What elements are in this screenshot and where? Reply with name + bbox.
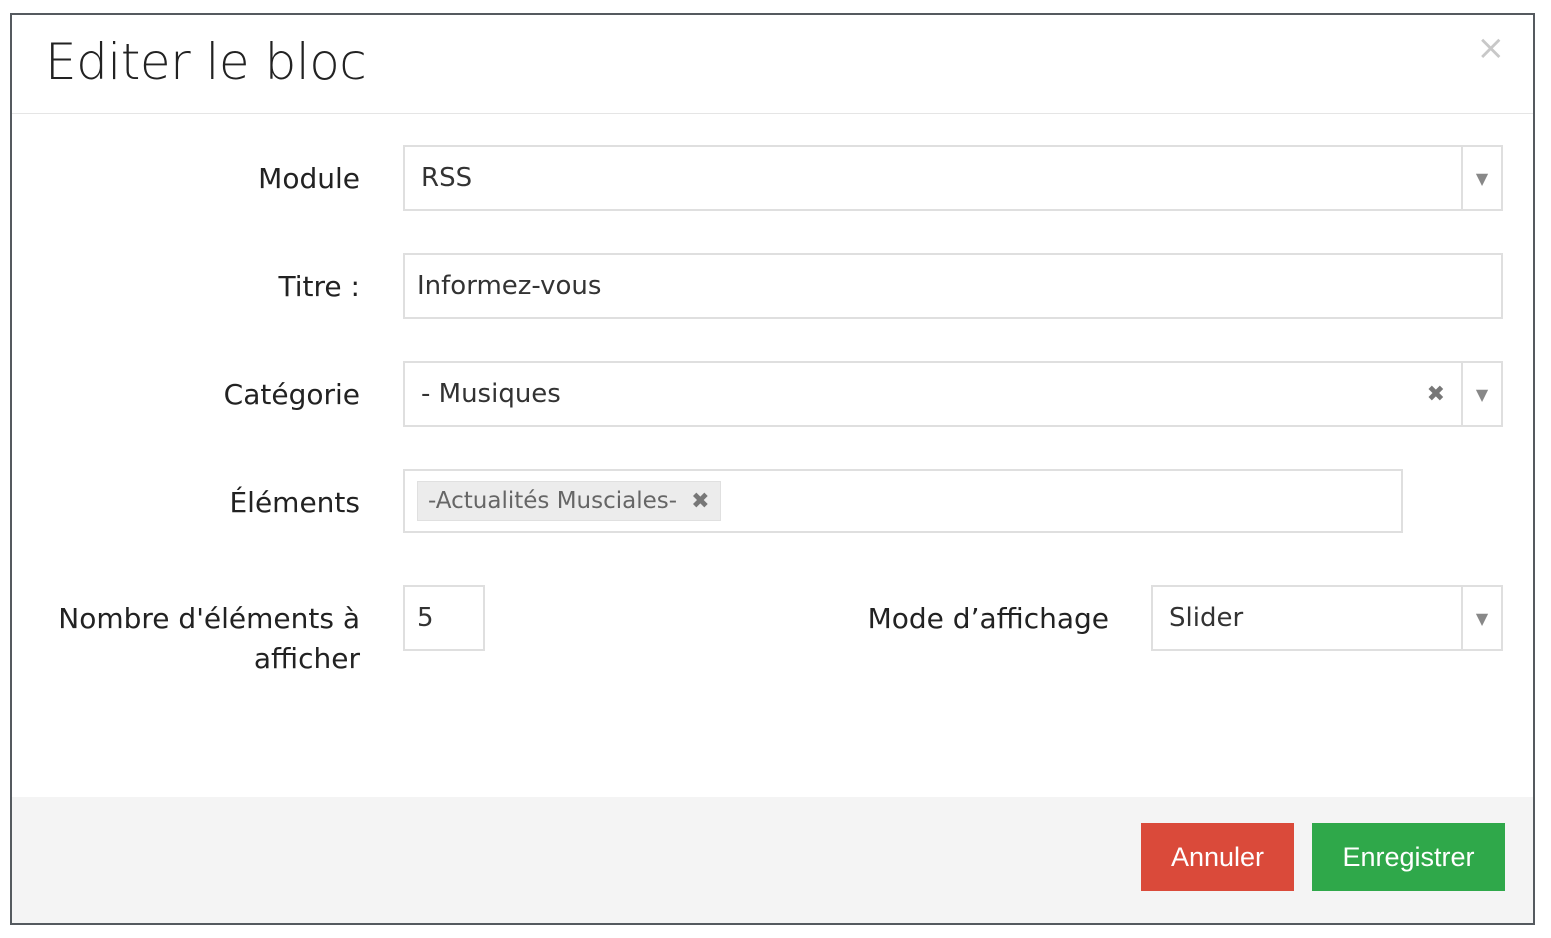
nombre-input[interactable]: 5 — [403, 585, 485, 651]
categorie-select-value: - Musiques — [421, 379, 561, 409]
module-select[interactable]: RSS ▼ — [403, 145, 1503, 211]
save-button[interactable]: Enregistrer — [1312, 823, 1505, 891]
element-tag-label: -Actualités Musciales- — [428, 488, 678, 514]
chevron-down-icon[interactable]: ▼ — [1461, 147, 1501, 209]
cancel-button[interactable]: Annuler — [1141, 823, 1294, 891]
mode-select-value: Slider — [1169, 603, 1244, 633]
element-tag: -Actualités Musciales- ✖ — [417, 481, 721, 521]
clear-icon[interactable]: ✖ — [1427, 363, 1445, 425]
remove-tag-icon[interactable]: ✖ — [691, 489, 709, 514]
close-icon[interactable]: × — [1477, 31, 1506, 65]
chevron-down-icon[interactable]: ▼ — [1461, 363, 1501, 425]
elements-label: Éléments — [229, 486, 360, 519]
modal-title: Editer le bloc — [45, 33, 367, 91]
modal-footer: Annuler Enregistrer — [12, 797, 1533, 923]
nombre-label-line1: Nombre d'éléments à — [58, 602, 360, 635]
titre-input[interactable]: Informez-vous — [403, 253, 1503, 319]
mode-label: Mode d’affichage — [867, 602, 1109, 635]
titre-input-value: Informez-vous — [417, 271, 602, 301]
module-select-value: RSS — [421, 163, 473, 193]
edit-block-modal: Editer le bloc × Module RSS ▼ Titre : In… — [10, 13, 1535, 925]
nombre-input-value: 5 — [417, 603, 434, 633]
module-label: Module — [258, 162, 360, 195]
chevron-down-icon[interactable]: ▼ — [1461, 587, 1501, 649]
nombre-label-line2: afficher — [253, 642, 360, 675]
categorie-label: Catégorie — [223, 378, 360, 411]
elements-multiselect[interactable]: -Actualités Musciales- ✖ — [403, 469, 1403, 533]
nombre-label: Nombre d'éléments à afficher — [58, 599, 360, 679]
mode-select[interactable]: Slider ▼ — [1151, 585, 1503, 651]
titre-label: Titre : — [278, 270, 360, 303]
categorie-select[interactable]: - Musiques ✖ ▼ — [403, 361, 1503, 427]
modal-header: Editer le bloc × — [12, 15, 1533, 114]
